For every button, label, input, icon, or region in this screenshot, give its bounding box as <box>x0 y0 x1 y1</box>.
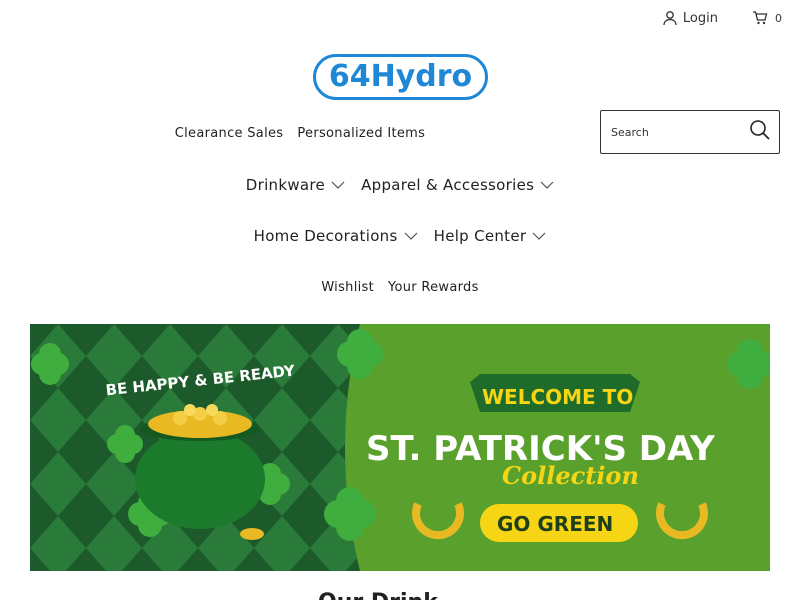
nav-personalized-items[interactable]: Personalized Items <box>297 126 425 141</box>
logo-text: 64Hydro <box>328 59 473 94</box>
site-logo[interactable]: 64Hydro <box>313 54 488 100</box>
cart-link[interactable]: 0 <box>752 10 782 26</box>
chevron-down-icon <box>331 176 345 194</box>
cart-count: 0 <box>775 11 782 25</box>
cart-icon <box>752 10 768 26</box>
login-link[interactable]: Login <box>662 10 718 26</box>
nav-home-decorations-label: Home Decorations <box>253 227 398 245</box>
search-icon[interactable] <box>749 119 771 145</box>
hero-banner[interactable]: BE HAPPY & BE READY WELCOME TO ST. PATRI… <box>30 324 770 571</box>
go-green-button: GO GREEN <box>480 504 638 542</box>
section-title: Our Drink <box>318 590 438 600</box>
nav-home-decorations[interactable]: Home Decorations <box>254 227 418 245</box>
chevron-down-icon <box>540 176 554 194</box>
banner-graphic: BE HAPPY & BE READY WELCOME TO ST. PATRI… <box>30 324 770 571</box>
nav-help-center[interactable]: Help Center <box>434 227 547 245</box>
nav-apparel-label: Apparel & Accessories <box>361 176 535 194</box>
top-bar: Login 0 <box>662 10 782 26</box>
nav-row-categories: Drinkware Apparel & Accessories <box>0 176 800 194</box>
chevron-down-icon <box>404 227 418 245</box>
go-green-label: GO GREEN <box>497 512 613 536</box>
nav-drinkware[interactable]: Drinkware <box>246 176 345 194</box>
nav-your-rewards[interactable]: Your Rewards <box>388 280 479 295</box>
nav-row-primary: Clearance Sales Personalized Items <box>0 126 700 141</box>
banner-subhead: Collection <box>502 461 639 490</box>
user-icon <box>662 10 678 26</box>
nav-row-secondary: Home Decorations Help Center <box>0 227 800 245</box>
nav-apparel-accessories[interactable]: Apparel & Accessories <box>361 176 554 194</box>
nav-wishlist[interactable]: Wishlist <box>321 280 374 295</box>
banner-welcome: WELCOME TO <box>482 385 633 409</box>
welcome-ribbon: WELCOME TO <box>470 374 640 412</box>
nav-row-account: Wishlist Your Rewards <box>0 280 800 295</box>
nav-clearance-sales[interactable]: Clearance Sales <box>175 126 284 141</box>
nav-drinkware-label: Drinkware <box>245 176 326 194</box>
login-label: Login <box>682 10 718 26</box>
nav-help-center-label: Help Center <box>433 227 527 245</box>
chevron-down-icon <box>532 227 546 245</box>
